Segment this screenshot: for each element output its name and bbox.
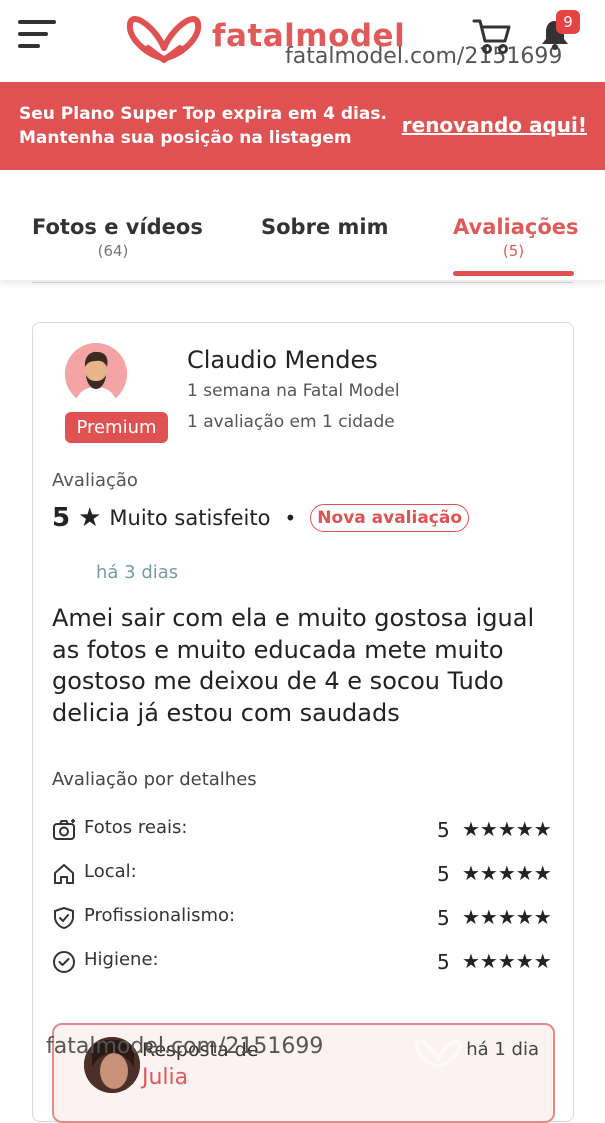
watermark-logo-icon <box>414 1039 462 1068</box>
detail-score: 5 <box>437 906 450 930</box>
detail-label: Fotos reais: <box>84 817 188 838</box>
tab-photos-videos[interactable]: Fotos e vídeos (64) <box>32 215 203 260</box>
review-card: Premium Claudio Mendes 1 semana na Fatal… <box>32 322 574 1123</box>
separator-dot: • <box>284 506 297 530</box>
detail-row-professionalism: Profissionalismo: 5 ★★★★★ <box>52 903 555 931</box>
tab-about-me[interactable]: Sobre mim <box>261 215 389 242</box>
notification-badge: 9 <box>556 10 580 34</box>
details-heading: Avaliação por detalhes <box>52 769 257 790</box>
reviewer-since: 1 semana na Fatal Model <box>187 381 400 401</box>
profile-tabs: Fotos e vídeos (64) Sobre mim Avaliações… <box>0 170 605 280</box>
tab-reviews[interactable]: Avaliações (5) <box>453 215 579 260</box>
review-text: Amei sair com ela e muito gostosa igual … <box>52 604 535 727</box>
active-tab-indicator <box>453 271 574 276</box>
detail-label: Local: <box>84 861 137 882</box>
reviewer-avatar <box>65 343 127 405</box>
tab-count: (64) <box>97 242 129 260</box>
rating-summary: 5 ★ Muito satisfeito • Nova avaliação <box>52 500 470 536</box>
reviewer-name[interactable]: Claudio Mendes <box>187 346 378 374</box>
butterfly-logo-icon <box>126 16 202 63</box>
tab-count: (5) <box>502 242 525 260</box>
banner-message: Seu Plano Super Top expira em 4 dias. Ma… <box>19 102 387 150</box>
renew-link[interactable]: renovando aqui! <box>402 113 587 137</box>
menu-icon[interactable] <box>18 20 58 50</box>
detail-row-location: Local: 5 ★★★★★ <box>52 859 555 887</box>
reviewer-review-count: 1 avaliação em 1 cidade <box>187 412 395 432</box>
divider <box>32 282 573 283</box>
app-header: fatalmodel fatalmodel.com/2151699 9 <box>0 0 605 82</box>
detail-score: 5 <box>437 862 450 886</box>
new-review-badge: Nova avaliação <box>310 504 470 532</box>
detail-score: 5 <box>437 818 450 842</box>
review-time: há 3 dias <box>96 562 179 583</box>
premium-badge: Premium <box>65 412 168 443</box>
shield-check-icon <box>54 907 74 929</box>
star-icon: ★ <box>78 503 102 533</box>
man-avatar-icon <box>65 343 127 405</box>
detail-score: 5 <box>437 950 450 974</box>
tab-label: Fotos e vídeos <box>32 215 203 239</box>
rating-value: 5 <box>52 503 71 533</box>
watermark-text: fatalmodel.com/2151699 <box>285 44 563 69</box>
five-stars-icon: ★★★★★ <box>462 949 552 973</box>
detail-label: Profissionalismo: <box>84 905 236 926</box>
detail-row-real-photos: Fotos reais: 5 ★★★★★ <box>52 815 555 843</box>
reply-author: Julia <box>142 1065 189 1090</box>
five-stars-icon: ★★★★★ <box>462 861 552 885</box>
rating-text: Muito satisfeito <box>109 506 271 530</box>
banner-line-1: Seu Plano Super Top expira em 4 dias. <box>19 104 387 124</box>
detail-row-hygiene: Higiene: 5 ★★★★★ <box>52 947 555 975</box>
cart-icon[interactable] <box>472 17 512 55</box>
tab-label: Sobre mim <box>261 215 389 239</box>
watermark-text: fatalmodel.com/2151699 <box>46 1034 324 1059</box>
plan-expiry-banner: Seu Plano Super Top expira em 4 dias. Ma… <box>0 82 605 170</box>
detail-label: Higiene: <box>84 949 159 970</box>
banner-line-2: Mantenha sua posição na listagem <box>19 128 352 148</box>
home-icon <box>54 864 74 884</box>
rating-label: Avaliação <box>52 470 138 491</box>
tab-label: Avaliações <box>453 215 579 239</box>
five-stars-icon: ★★★★★ <box>462 905 552 929</box>
check-circle-icon <box>53 951 75 973</box>
camera-icon <box>53 819 75 840</box>
five-stars-icon: ★★★★★ <box>462 817 552 841</box>
reply-time: há 1 dia <box>466 1039 539 1060</box>
